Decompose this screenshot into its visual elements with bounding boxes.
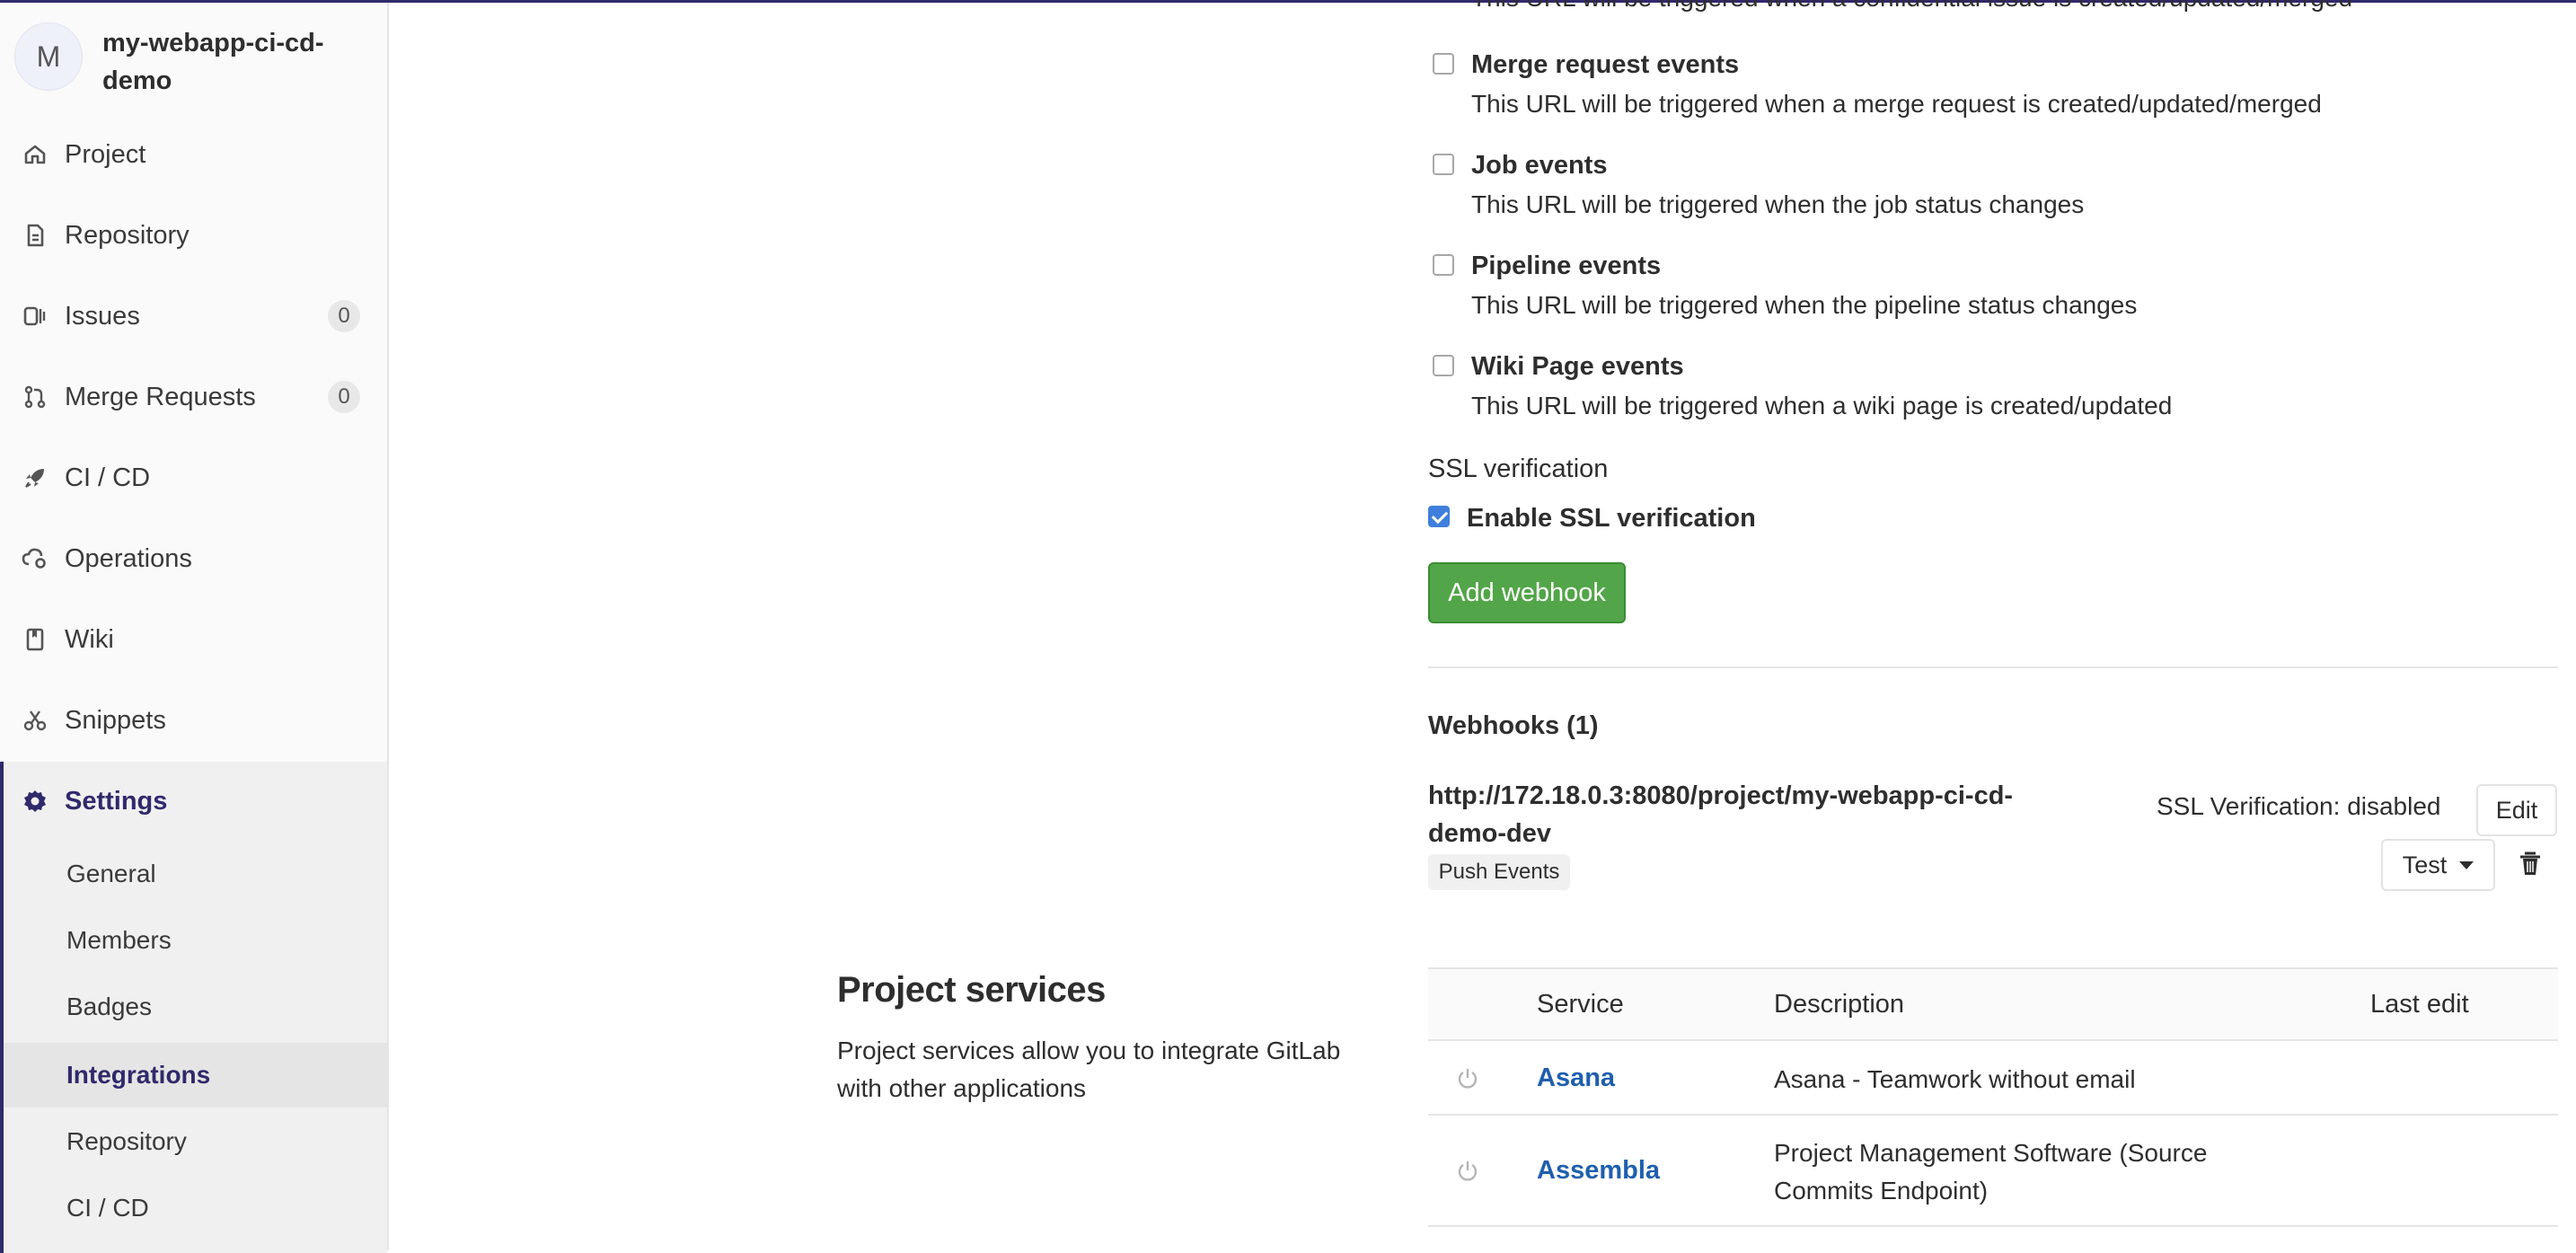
project-name[interactable]: my-webapp-ci-cd-demo (102, 24, 372, 100)
enable-ssl-label[interactable]: Enable SSL verification (1467, 504, 1756, 534)
settings-sub-general[interactable]: General (4, 842, 387, 906)
trash-icon[interactable] (2517, 850, 2544, 878)
wiki-page-events-checkbox[interactable] (1433, 355, 1454, 376)
settings-sub-label: Badges (66, 993, 152, 1020)
ssl-verification-status: SSL Verification: disabled (2157, 792, 2441, 820)
settings-sub-ci-cd[interactable]: CI / CD (4, 1176, 387, 1240)
project-avatar[interactable]: M (14, 22, 83, 91)
sidebar-item-label: Wiki (65, 624, 114, 654)
test-label: Test (2402, 851, 2448, 878)
issues-count-badge: 0 (328, 300, 360, 332)
enable-ssl-checkbox[interactable] (1428, 506, 1450, 527)
service-link-assembla[interactable]: Assembla (1537, 1156, 1660, 1186)
wiki-page-events-desc: This URL will be triggered when a wiki p… (1471, 392, 2173, 419)
webhooks-heading: Webhooks (1) (1428, 711, 1599, 740)
job-events-title: Job events (1471, 151, 1608, 180)
home-icon (22, 141, 49, 168)
settings-sub-label: Members (66, 926, 172, 954)
sidebar-item-label: Merge Requests (65, 382, 256, 411)
settings-sub-label: CI / CD (66, 1194, 149, 1222)
scissors-icon (22, 707, 49, 734)
sidebar-item-label: Snippets (65, 705, 166, 735)
sidebar-item-repository[interactable]: Repository (0, 199, 387, 271)
settings-sub-label: General (66, 860, 156, 887)
sidebar-item-settings[interactable]: Settings (0, 765, 387, 837)
sidebar-item-merge-requests[interactable]: Merge Requests 0 (0, 361, 387, 433)
job-events-checkbox[interactable] (1433, 154, 1454, 175)
sidebar-item-ci-cd[interactable]: CI / CD (0, 442, 387, 514)
issues-icon (22, 303, 49, 330)
settings-sub-integrations[interactable]: Integrations (4, 1043, 387, 1107)
job-events-desc: This URL will be triggered when the job … (1471, 190, 2085, 218)
confidential-issue-event-desc: This URL will be triggered when a confid… (1471, 0, 2352, 13)
sidebar-item-label: Issues (65, 301, 140, 331)
chevron-down-icon (2459, 860, 2475, 869)
sidebar-item-label: Repository (65, 220, 190, 250)
project-services-description: Project services allow you to integrate … (837, 1037, 1341, 1102)
settings-sub-label: Repository (66, 1127, 187, 1155)
sidebar-item-label: Operations (65, 543, 192, 573)
settings-sub-members[interactable]: Members (4, 908, 387, 973)
settings-sub-repository[interactable]: Repository (4, 1109, 387, 1174)
settings-sub-label: Integrations (66, 1061, 211, 1089)
sidebar-item-issues[interactable]: Issues 0 (0, 280, 387, 352)
project-services-title: Project services (837, 970, 1106, 1010)
service-desc-asana: Asana - Teamwork without email (1774, 1065, 2136, 1093)
sidebar-item-label: Settings (65, 786, 168, 816)
power-icon (1455, 1158, 1480, 1183)
test-webhook-dropdown[interactable]: Test (2381, 839, 2495, 891)
sidebar-item-label: CI / CD (65, 463, 151, 492)
book-icon (22, 626, 49, 653)
merge-requests-count-badge: 0 (328, 381, 360, 413)
sidebar-item-snippets[interactable]: Snippets (0, 684, 387, 756)
project-header[interactable]: M my-webapp-ci-cd-demo (14, 22, 372, 100)
sidebar-item-project[interactable]: Project (0, 119, 387, 190)
settings-sub-badges[interactable]: Badges (4, 975, 387, 1039)
merge-request-events-desc: This URL will be triggered when a merge … (1471, 90, 2322, 118)
merge-request-icon (22, 384, 49, 410)
merge-request-events-title: Merge request events (1471, 50, 1740, 79)
wiki-page-events-title: Wiki Page events (1471, 352, 1684, 381)
pipeline-events-checkbox[interactable] (1433, 254, 1454, 276)
sidebar-item-wiki[interactable]: Wiki (0, 604, 387, 675)
power-icon (1455, 1065, 1480, 1090)
gear-icon (22, 788, 49, 815)
cloud-gear-icon (22, 545, 49, 572)
ssl-verification-heading: SSL verification (1428, 454, 1609, 483)
push-events-badge: Push Events (1428, 854, 1570, 890)
pipeline-events-desc: This URL will be triggered when the pipe… (1471, 291, 2138, 319)
column-header-last-edit: Last edit (2370, 990, 2469, 1019)
rocket-icon (22, 464, 49, 491)
sidebar: M my-webapp-ci-cd-demo Project Repositor… (0, 3, 389, 1253)
merge-request-events-checkbox[interactable] (1433, 53, 1454, 75)
edit-webhook-button[interactable]: Edit (2476, 784, 2557, 836)
add-webhook-button[interactable]: Add webhook (1428, 562, 1626, 623)
service-desc-assembla: Project Management Software (Source Comm… (1774, 1139, 2208, 1204)
column-header-service: Service (1537, 990, 1624, 1019)
sidebar-item-label: Project (65, 139, 146, 169)
document-icon (22, 222, 49, 249)
column-header-description: Description (1774, 990, 1905, 1019)
webhook-url-line2: demo-dev (1428, 819, 1551, 848)
pipeline-events-title: Pipeline events (1471, 251, 1662, 280)
service-link-asana[interactable]: Asana (1537, 1063, 1615, 1093)
divider (1428, 666, 2558, 668)
webhook-url-line1: http://172.18.0.3:8080/project/my-webapp… (1428, 781, 2014, 810)
sidebar-item-operations[interactable]: Operations (0, 523, 387, 595)
